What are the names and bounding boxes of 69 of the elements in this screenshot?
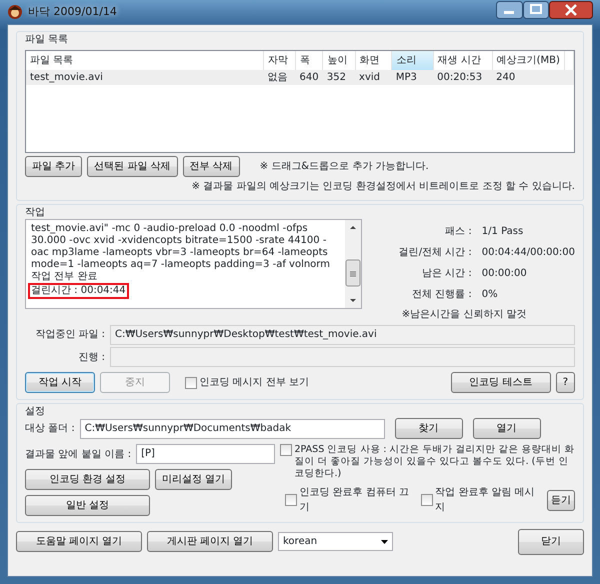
column-header[interactable]: 파일 목록 bbox=[26, 51, 264, 70]
stat-label: 패스 : bbox=[444, 225, 472, 239]
window-title: 바닥 2009/01/14 bbox=[28, 4, 117, 20]
table-cell: 없음 bbox=[263, 70, 296, 85]
stat-value: 1/1 Pass bbox=[482, 225, 524, 239]
close-icon[interactable] bbox=[549, 1, 593, 19]
checkbox[interactable] bbox=[420, 494, 433, 506]
encoding-settings-button[interactable]: 인코딩 환경 설정 bbox=[25, 469, 150, 490]
maximize-icon[interactable] bbox=[523, 1, 549, 19]
stat-label: 전체 진행률 : bbox=[411, 288, 472, 302]
caret-icon bbox=[381, 540, 388, 544]
field-label: 결과물 앞에 붙일 이름 : bbox=[25, 448, 132, 462]
table-cell: 00:20:53 bbox=[433, 70, 492, 85]
table-cell: xvid bbox=[355, 70, 392, 85]
note-text: ※ 결과물 파일의 예상크기는 인코딩 환경설정에서 비트레이트로 조정 할 수 있습니다. bbox=[190, 180, 575, 194]
stat-value: 00:04:44/00:00:00 bbox=[482, 246, 575, 260]
hint-text: ※ 드래그&드롭으로 추가 가능합니다. bbox=[260, 160, 429, 174]
field-label: 대상 폴더 : bbox=[25, 422, 75, 436]
listen-button[interactable]: 듣기 bbox=[547, 490, 575, 510]
warning-text: ※남은시간을 신뢰하지 말것 bbox=[402, 308, 528, 322]
checkbox-label: 2PASS 인코딩 사용 : 시간은 두배가 걸리지만 같은 용량대비 화질이 더 좋아질 가능성이 있을수 있다고 볼수도 있다. (두번 인코딩한다.) bbox=[294, 444, 575, 480]
stat-label: 남은 시간 : bbox=[421, 267, 472, 281]
checkbox-label: 인코딩 완료후 컴퓨터 끄기 bbox=[300, 486, 410, 515]
start-button[interactable]: 작업 시작 bbox=[25, 372, 95, 393]
checkbox-label: 인코딩 메시지 전부 보기 bbox=[200, 376, 310, 390]
column-header[interactable]: 폭 bbox=[296, 51, 323, 70]
stat-value: 00:00:00 bbox=[482, 267, 528, 281]
encoding-test-button[interactable]: 인코딩 테스트 bbox=[450, 372, 551, 393]
open-button[interactable]: 열기 bbox=[472, 418, 541, 439]
table-cell: 640 bbox=[296, 70, 323, 85]
column-header[interactable]: 화면 bbox=[355, 51, 392, 70]
field-label: 작업중인 파일 : bbox=[34, 328, 105, 342]
add-file-button[interactable]: 파일 추가 bbox=[25, 156, 82, 176]
board-page-button[interactable]: 게시판 페이지 열기 bbox=[147, 531, 273, 552]
checkbox[interactable] bbox=[285, 494, 297, 506]
table-cell: 240 bbox=[492, 70, 564, 85]
table-cell: test_movie.avi bbox=[26, 70, 264, 85]
field-label: 진행 : bbox=[77, 350, 105, 364]
column-header[interactable]: 예상크기(MB) bbox=[492, 51, 564, 70]
column-header[interactable]: 재생 시간 bbox=[433, 51, 492, 70]
group-title: 설정 bbox=[25, 406, 46, 418]
help-page-button[interactable]: 도움말 페이지 열기 bbox=[16, 531, 142, 552]
file-path-field: C:₩Users₩sunnypr₩Desktop₩test₩test_movie.avi bbox=[110, 324, 575, 344]
minimize-icon[interactable] bbox=[496, 1, 523, 19]
group-title: 파일 목록 bbox=[25, 34, 70, 46]
delete-selected-button[interactable]: 선택된 파일 삭제 bbox=[87, 156, 178, 176]
stat-value: 0% bbox=[482, 288, 499, 302]
help-button[interactable]: ? bbox=[556, 372, 575, 393]
stat-label: 걸린/전체 시간 : bbox=[398, 246, 472, 260]
prefix-field: [P] bbox=[136, 444, 275, 464]
log-line: 작업 전부 완료 bbox=[31, 271, 98, 282]
delete-all-button[interactable]: 전부 삭제 bbox=[182, 156, 240, 176]
column-header[interactable]: 높이 bbox=[322, 51, 356, 70]
checkbox-label: 작업 완료후 알림 메시지 bbox=[435, 486, 536, 515]
table-cell: MP3 bbox=[392, 70, 434, 85]
column-header[interactable]: 소리 bbox=[392, 51, 434, 70]
presets-button[interactable]: 미리설정 열기 bbox=[155, 469, 232, 490]
group-title: 작업 bbox=[25, 207, 46, 219]
log-line: test_movie.avi" -mc 0 -audio-preload 0.0 -noodml -ofps 30.000 -ovc xvid -xvidencopts bitrate=1500 -srate 44100 -oac mp3lame -lameopts vbr=3 -lameopts br=64 -lameopts mode=1 -lameopts aq=7 -lameopts padding=3 -af volnorm bbox=[31, 223, 330, 270]
folder-field: C:₩Users₩sunnypr₩Documents₩badak bbox=[80, 418, 385, 438]
browse-button[interactable]: 찾기 bbox=[394, 418, 463, 439]
language-dropdown[interactable]: korean bbox=[278, 532, 393, 551]
checkbox[interactable] bbox=[280, 444, 292, 456]
column-header[interactable]: 자막 bbox=[263, 51, 296, 70]
close-button[interactable]: 닫기 bbox=[518, 528, 584, 554]
general-settings-button[interactable]: 일반 설정 bbox=[25, 495, 150, 516]
table-cell: 352 bbox=[322, 70, 356, 85]
app-icon bbox=[7, 4, 23, 20]
checkbox[interactable] bbox=[185, 376, 197, 388]
